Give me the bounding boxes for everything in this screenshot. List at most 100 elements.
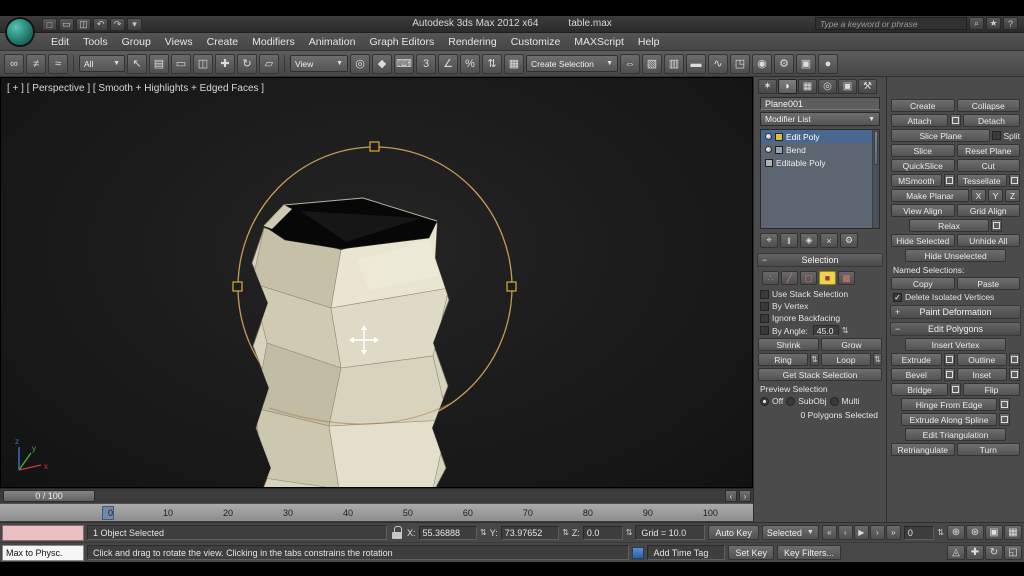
bridge-settings-icon[interactable] <box>950 383 961 396</box>
search-input[interactable] <box>815 17 967 30</box>
layer-manager-icon[interactable]: ▥ <box>664 54 684 74</box>
bevel-button[interactable]: Bevel <box>891 368 942 381</box>
relax-settings-icon[interactable] <box>991 219 1002 232</box>
track-bar[interactable]: 0102030405060708090100 <box>0 503 753 522</box>
selection-rollout-header[interactable]: − Selection <box>757 253 883 267</box>
menu-item[interactable]: Graph Editors <box>362 34 441 50</box>
polygon-subobject-icon[interactable]: ■ <box>819 271 836 285</box>
select-and-link-icon[interactable]: ∞ <box>4 54 24 74</box>
select-and-manipulate-icon[interactable]: ◆ <box>372 54 392 74</box>
selection-lock-toggle[interactable] <box>392 526 402 539</box>
edit-polygons-rollout-header[interactable]: − Edit Polygons <box>890 322 1021 336</box>
zoom-extents-icon[interactable]: ▣ <box>985 525 1003 540</box>
modifier-list-dropdown[interactable]: Modifier List ▼ <box>760 112 880 126</box>
gizmo-handle-left[interactable] <box>233 282 242 291</box>
paint-deformation-rollout-header[interactable]: + Paint Deformation <box>890 305 1021 319</box>
element-subobject-icon[interactable]: ▩ <box>838 271 855 285</box>
get-stack-selection-button[interactable]: Get Stack Selection <box>758 368 882 381</box>
orbit-view-icon[interactable]: ↻ <box>985 545 1003 560</box>
motion-tab[interactable]: ◎ <box>818 79 837 94</box>
spinner-icon[interactable]: ⇅ <box>480 528 487 537</box>
unlink-selection-icon[interactable]: ≠ <box>26 54 46 74</box>
rectangular-selection-region-icon[interactable]: ▭ <box>171 54 191 74</box>
tessellate-settings-icon[interactable] <box>1009 174 1020 187</box>
outline-settings-icon[interactable] <box>1009 353 1020 366</box>
modifier-enable-bulb-icon[interactable] <box>765 133 772 140</box>
ignore-backfacing-checkbox[interactable] <box>760 314 769 323</box>
collapse-button[interactable]: Collapse <box>957 99 1021 112</box>
by-angle-checkbox[interactable] <box>760 326 769 335</box>
key-filters-button[interactable]: Key Filters... <box>777 545 841 560</box>
preview-subobj-radio[interactable] <box>786 397 795 406</box>
menu-item[interactable]: Tools <box>76 34 115 50</box>
pan-view-icon[interactable]: ✚ <box>966 545 984 560</box>
time-slider-handle[interactable]: 0 / 100 <box>3 490 95 502</box>
gizmo-handle-top[interactable] <box>370 142 379 151</box>
3ds-max-logo[interactable] <box>5 17 35 47</box>
delete-isolated-vertices-checkbox[interactable]: ✓ <box>893 293 902 302</box>
selection-filter-dropdown[interactable]: All▼ <box>79 55 125 72</box>
turn-button[interactable]: Turn <box>957 443 1021 456</box>
menu-item[interactable]: Help <box>631 34 667 50</box>
inset-settings-icon[interactable] <box>1009 368 1020 381</box>
time-slider[interactable]: 0 / 100 ‹ › <box>0 488 753 503</box>
cut-button[interactable]: Cut <box>957 159 1021 172</box>
slice-button[interactable]: Slice <box>891 144 955 157</box>
ring-button[interactable]: Ring <box>758 353 808 366</box>
key-selection-dropdown[interactable]: Selected ▼ <box>762 525 819 540</box>
outline-button[interactable]: Outline <box>957 353 1008 366</box>
stack-scrollbar[interactable] <box>872 130 879 228</box>
bevel-settings-icon[interactable] <box>944 368 955 381</box>
quickslice-button[interactable]: QuickSlice <box>891 159 955 172</box>
schematic-view-icon[interactable]: ◳ <box>730 54 750 74</box>
spinner-icon[interactable]: ⇅ <box>626 528 633 537</box>
stack-scrollbar-thumb[interactable] <box>874 131 878 165</box>
inset-button[interactable]: Inset <box>957 368 1008 381</box>
unhide-all-button[interactable]: Unhide All <box>957 234 1021 247</box>
configure-modifier-sets-icon[interactable]: ⚙ <box>840 233 858 248</box>
border-subobject-icon[interactable]: ▢ <box>800 271 817 285</box>
modifier-enable-bulb-icon[interactable] <box>765 146 772 153</box>
reset-plane-button[interactable]: Reset Plane <box>957 144 1021 157</box>
render-setup-icon[interactable]: ⚙ <box>774 54 794 74</box>
spinner-icon[interactable]: ⇅ <box>842 326 849 335</box>
current-frame-field[interactable]: 0 <box>904 526 934 540</box>
relax-button[interactable]: Relax <box>909 219 989 232</box>
make-planar-x-button[interactable]: X <box>971 189 986 202</box>
material-editor-icon[interactable]: ◉ <box>752 54 772 74</box>
menu-item[interactable]: Rendering <box>441 34 503 50</box>
by-vertex-checkbox[interactable] <box>760 302 769 311</box>
select-and-rotate-icon[interactable]: ↻ <box>237 54 257 74</box>
slice-plane-button[interactable]: Slice Plane <box>891 129 990 142</box>
named-selection-sets-dropdown[interactable]: Create Selection▼ <box>526 55 618 72</box>
bridge-button[interactable]: Bridge <box>891 383 948 396</box>
menu-item[interactable]: Group <box>115 34 158 50</box>
use-pivot-point-center-icon[interactable]: ◎ <box>350 54 370 74</box>
vertex-subobject-icon[interactable]: ∴ <box>762 271 779 285</box>
zoom-icon[interactable]: ⊕ <box>947 525 965 540</box>
bind-to-space-warp-icon[interactable]: ≈ <box>48 54 68 74</box>
keyboard-shortcut-override-icon[interactable]: ⌨ <box>394 54 414 74</box>
next-frame-button[interactable]: › <box>870 525 885 540</box>
split-checkbox[interactable] <box>992 131 1001 140</box>
vase-object[interactable] <box>252 198 449 488</box>
edit-named-selection-sets-icon[interactable]: ▦ <box>504 54 524 74</box>
loop-spinner-icon[interactable]: ⇅ <box>873 353 882 366</box>
create-tab[interactable]: ✶ <box>758 79 777 94</box>
tessellate-button[interactable]: Tessellate <box>957 174 1008 187</box>
copy-button[interactable]: Copy <box>891 277 955 290</box>
retriangulate-button[interactable]: Retriangulate <box>891 443 955 456</box>
shrink-button[interactable]: Shrink <box>758 338 819 351</box>
field-of-view-icon[interactable]: ◬ <box>947 545 965 560</box>
by-angle-value-field[interactable]: 45.0 <box>813 325 839 336</box>
percent-snap-icon[interactable]: % <box>460 54 480 74</box>
modifier-stack-item-editable-poly[interactable]: Editable Poly <box>761 156 879 169</box>
gizmo-handle-right[interactable] <box>507 282 516 291</box>
show-end-result-icon[interactable]: ‖ <box>780 233 798 248</box>
menu-item[interactable]: MAXScript <box>567 34 631 50</box>
add-time-tag-field[interactable]: Add Time Tag <box>647 545 725 560</box>
search-icon[interactable]: ⌕ <box>969 17 984 30</box>
display-tab[interactable]: ▣ <box>838 79 857 94</box>
menu-item[interactable]: Animation <box>302 34 363 50</box>
utilities-tab[interactable]: ⚒ <box>858 79 877 94</box>
